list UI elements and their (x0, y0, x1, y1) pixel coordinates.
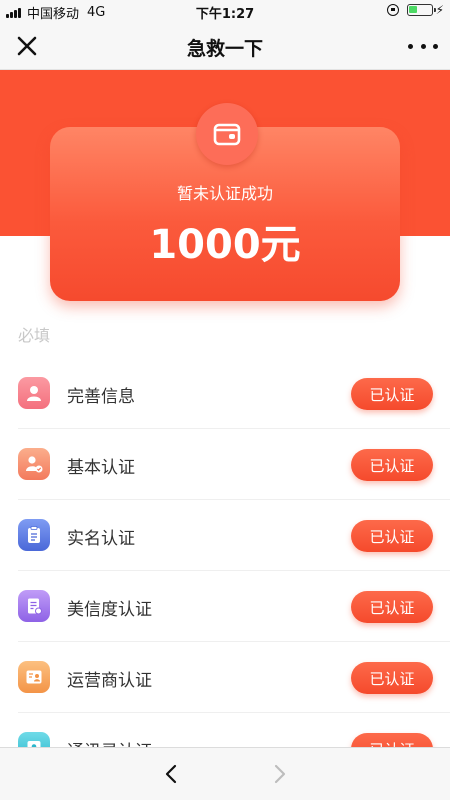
user-verified-icon (18, 448, 50, 480)
list-item[interactable]: 基本认证 已认证 (0, 429, 450, 500)
more-icon[interactable] (408, 34, 438, 58)
bottom-nav-bar (0, 747, 450, 800)
battery-icon (406, 4, 436, 16)
item-label: 基本认证 (67, 458, 135, 478)
verified-button[interactable]: 已认证 (351, 591, 433, 623)
back-arrow-icon[interactable] (160, 762, 184, 786)
list-item[interactable]: 美信度认证 已认证 (0, 571, 450, 642)
item-label: 完善信息 (67, 387, 135, 407)
item-label: 运营商认证 (67, 671, 152, 691)
list-item[interactable]: 完善信息 已认证 (0, 358, 450, 429)
status-bar: 中国移动 4G 下午1:27 ⚡ (0, 0, 450, 22)
item-label: 美信度认证 (67, 600, 152, 620)
verified-button[interactable]: 已认证 (351, 520, 433, 552)
document-icon (18, 590, 50, 622)
credit-amount: 1000元 (149, 222, 301, 268)
verified-button[interactable]: 已认证 (351, 449, 433, 481)
status-time: 下午1:27 (195, 7, 255, 22)
rotation-lock-icon (386, 4, 399, 16)
page-title: 急救一下 (186, 38, 263, 60)
charging-icon: ⚡ (435, 3, 444, 17)
nav-bar: 急救一下 (0, 22, 450, 70)
status-bar-right: ⚡ (386, 3, 444, 17)
clipboard-icon (18, 519, 50, 551)
section-label-required: 必填 (18, 326, 51, 345)
item-label: 实名认证 (67, 529, 135, 549)
forward-arrow-icon[interactable] (267, 762, 291, 786)
list-item[interactable]: 实名认证 已认证 (0, 500, 450, 571)
verification-list: 完善信息 已认证 基本认证 已认证 实名认证 已认证 美信度认证 已认证 运营商… (0, 358, 450, 784)
verified-button[interactable]: 已认证 (351, 378, 433, 410)
list-item[interactable]: 运营商认证 已认证 (0, 642, 450, 713)
profile-icon (18, 377, 50, 409)
id-card-icon (18, 661, 50, 693)
wallet-icon (196, 103, 258, 165)
verified-button[interactable]: 已认证 (351, 662, 433, 694)
verification-status: 暂未认证成功 (176, 184, 273, 203)
